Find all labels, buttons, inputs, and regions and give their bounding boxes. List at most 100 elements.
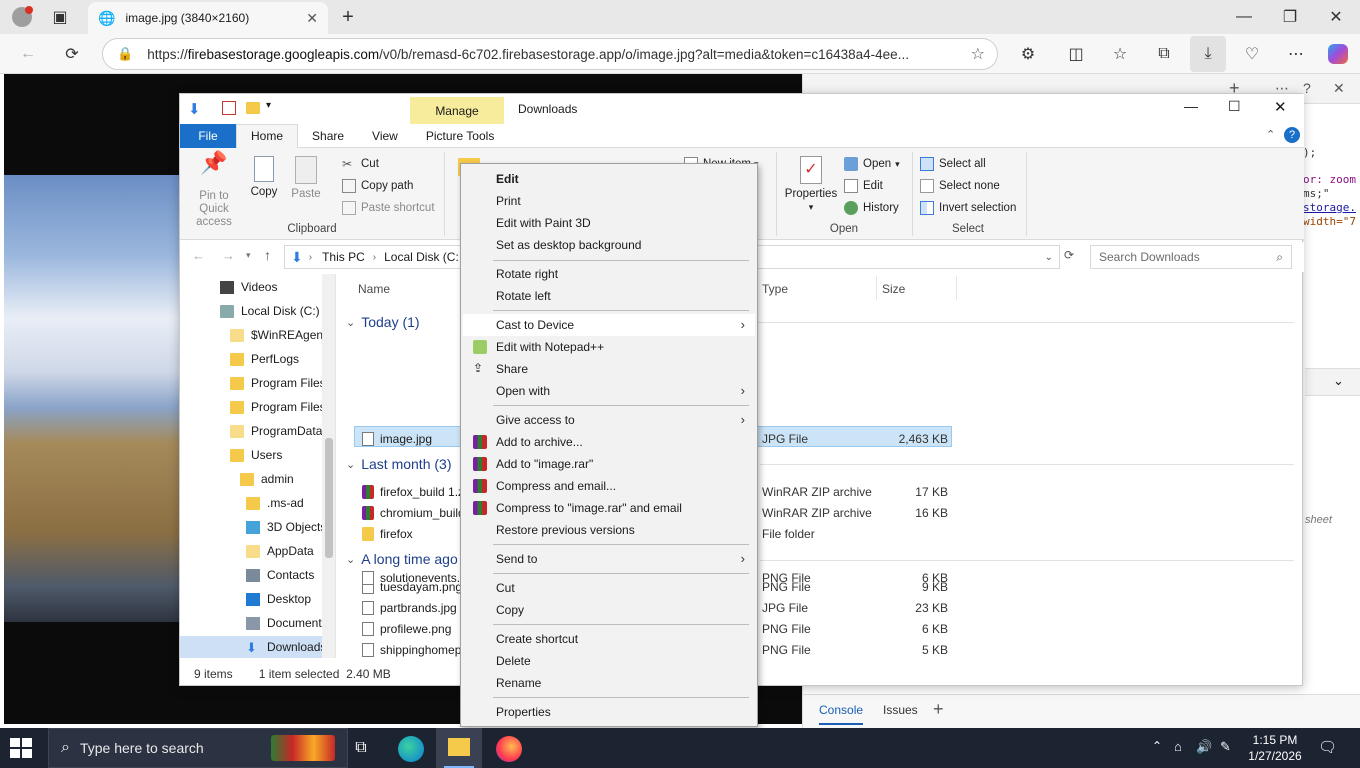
file-row-firefox-build[interactable]: firefox_build 1.zip — [362, 481, 473, 502]
invert-selection-button[interactable]: Invert selection — [920, 198, 1016, 218]
restore-icon[interactable]: ❐ — [1274, 1, 1306, 33]
edit-button[interactable]: Edit — [844, 176, 883, 196]
nav-item-program-files-x86[interactable]: Program Files — [230, 396, 326, 418]
minimize-icon[interactable]: — — [1184, 98, 1198, 114]
nav-item-videos[interactable]: Videos — [220, 276, 277, 298]
pin-to-quick-access-button[interactable]: 📌 Pin to Quick access — [186, 152, 242, 229]
downloads-icon[interactable]: ⤓ — [1190, 36, 1226, 72]
column-type[interactable]: Type — [762, 282, 788, 296]
menu-item-restore-previous[interactable]: Restore previous versions — [463, 519, 755, 541]
browser-essentials-icon[interactable]: ♡ — [1236, 38, 1268, 70]
show-hidden-icons-icon[interactable]: ⌃ — [1152, 739, 1162, 753]
menu-item-cast-to-device[interactable]: Cast to Device › — [463, 314, 755, 336]
properties-button[interactable]: ✓ Properties ▾ — [780, 156, 842, 214]
recent-locations-icon[interactable]: ▾ — [246, 250, 251, 261]
file-row-image[interactable]: image.jpg — [362, 428, 432, 449]
address-dropdown-icon[interactable]: ⌄ — [1045, 252, 1053, 263]
tab-file[interactable]: File — [180, 123, 236, 148]
open-button[interactable]: Open ▾ — [844, 154, 900, 174]
favorites-icon[interactable]: ☆ — [1104, 38, 1136, 70]
close-tab-icon[interactable]: ✕ — [306, 10, 318, 27]
nav-item-programdata[interactable]: ProgramData — [230, 420, 322, 442]
history-button[interactable]: History — [844, 198, 899, 218]
chevron-down-icon[interactable]: ⌄ — [1333, 373, 1344, 389]
nav-item-users[interactable]: Users — [230, 444, 282, 466]
menu-item-add-to-archive[interactable]: Add to archive... — [463, 431, 755, 453]
close-window-icon[interactable]: ✕ — [1320, 1, 1352, 33]
nav-item-desktop[interactable]: Desktop — [246, 588, 311, 610]
help-icon[interactable]: ? — [1284, 127, 1300, 143]
group-long-time-ago[interactable]: ⌄ A long time ago — [346, 551, 458, 567]
copy-path-button[interactable]: Copy path — [342, 176, 413, 196]
notifications-icon[interactable]: 🗨 — [1318, 738, 1337, 756]
menu-item-rotate-left[interactable]: Rotate left — [463, 285, 755, 307]
column-name[interactable]: Name — [358, 282, 390, 296]
cut-button[interactable]: ✂ Cut — [342, 154, 379, 174]
quick-access-dropdown-icon[interactable]: ▾ — [266, 100, 271, 111]
favorite-star-icon[interactable]: ☆ — [971, 44, 985, 64]
menu-item-edit-paint-3d[interactable]: Edit with Paint 3D — [463, 212, 755, 234]
menu-item-create-shortcut[interactable]: Create shortcut — [463, 628, 755, 650]
breadcrumb-this-pc[interactable]: This PC — [322, 250, 365, 264]
taskbar-search-input[interactable]: ⌕ Type here to search — [48, 728, 348, 768]
properties-quick-icon[interactable] — [222, 101, 236, 115]
refresh-icon[interactable]: ⟳ — [1064, 248, 1074, 262]
browser-tab[interactable]: 🌐 image.jpg (3840×2160) ✕ — [88, 2, 328, 34]
nav-item-perflogs[interactable]: PerfLogs — [230, 348, 299, 370]
nav-item-ms-ad[interactable]: .ms-ad — [246, 492, 304, 514]
add-tab-icon[interactable]: + — [933, 699, 944, 720]
menu-item-edit-notepadpp[interactable]: Edit with Notepad++ — [463, 336, 755, 358]
back-icon[interactable]: ← — [12, 38, 44, 70]
firefox-icon[interactable] — [496, 736, 522, 762]
copy-button[interactable]: Copy — [246, 156, 282, 199]
menu-item-add-to-image-rar[interactable]: Add to "image.rar" — [463, 453, 755, 475]
file-row-chromium-build[interactable]: chromium_build — [362, 502, 465, 523]
nav-scroll-thumb[interactable] — [325, 438, 333, 558]
nav-item-documents[interactable]: Documents — [246, 612, 328, 634]
nav-item-local-disk[interactable]: Local Disk (C:) — [220, 300, 320, 322]
more-menu-icon[interactable]: ⋯ — [1280, 38, 1312, 70]
nav-item-downloads[interactable]: ⬇ Downloads — [180, 636, 326, 658]
profile-avatar[interactable] — [10, 5, 34, 29]
menu-item-rotate-right[interactable]: Rotate right — [463, 263, 755, 285]
breadcrumb-local-disk[interactable]: Local Disk (C: — [384, 250, 459, 264]
reload-icon[interactable]: ⟳ — [56, 38, 88, 70]
address-bar[interactable]: 🔒 https:// firebasestorage.googleapis.co… — [102, 38, 998, 70]
column-size[interactable]: Size — [882, 282, 905, 296]
file-row-firefox-folder[interactable]: firefox — [362, 523, 413, 544]
nav-item-program-files[interactable]: Program Files — [230, 372, 326, 394]
menu-item-delete[interactable]: Delete — [463, 650, 755, 672]
help-icon[interactable]: ? — [1303, 80, 1311, 96]
task-view-icon[interactable]: ⧉ — [348, 728, 374, 768]
maximize-icon[interactable]: ☐ — [1228, 98, 1241, 115]
tab-console[interactable]: Console — [819, 703, 864, 725]
select-none-button[interactable]: Select none — [920, 176, 1000, 196]
menu-item-compress-email[interactable]: Compress and email... — [463, 475, 755, 497]
nav-item-winreagent[interactable]: $WinREAgent — [230, 324, 326, 346]
language-icon[interactable]: ✎ — [1220, 739, 1231, 755]
volume-icon[interactable]: 🔊 — [1196, 739, 1212, 755]
menu-item-give-access[interactable]: Give access to › — [463, 409, 755, 431]
nav-item-appdata[interactable]: AppData — [246, 540, 314, 562]
split-screen-icon[interactable]: ◫ — [1060, 38, 1092, 70]
tab-share[interactable]: Share — [298, 124, 358, 148]
file-row-partbrands[interactable]: partbrands.jpg — [362, 597, 457, 618]
network-icon[interactable]: ⌂ — [1174, 739, 1182, 754]
menu-item-copy[interactable]: Copy — [463, 599, 755, 621]
forward-icon[interactable]: → — [222, 248, 235, 263]
manage-contextual-tab[interactable]: Manage — [410, 97, 504, 125]
back-icon[interactable]: ← — [192, 248, 205, 263]
menu-item-rename[interactable]: Rename — [463, 672, 755, 694]
search-input[interactable]: Search Downloads ⌕ — [1090, 245, 1292, 269]
tab-view[interactable]: View — [358, 124, 412, 148]
edge-icon[interactable] — [398, 736, 424, 762]
taskbar-explorer-button[interactable] — [436, 728, 482, 768]
tab-actions-icon[interactable]: ▣ — [44, 1, 76, 33]
menu-item-compress-image-rar-email[interactable]: Compress to "image.rar" and email — [463, 497, 755, 519]
extensions-icon[interactable]: ⚙ — [1012, 38, 1044, 70]
windows-start-icon[interactable] — [10, 738, 32, 758]
group-today[interactable]: ⌄ Today (1) — [346, 314, 420, 330]
menu-item-cut[interactable]: Cut — [463, 577, 755, 599]
devtools-close-icon[interactable]: ✕ — [1333, 80, 1345, 97]
file-row-profilewe[interactable]: profilewe.png — [362, 618, 451, 639]
